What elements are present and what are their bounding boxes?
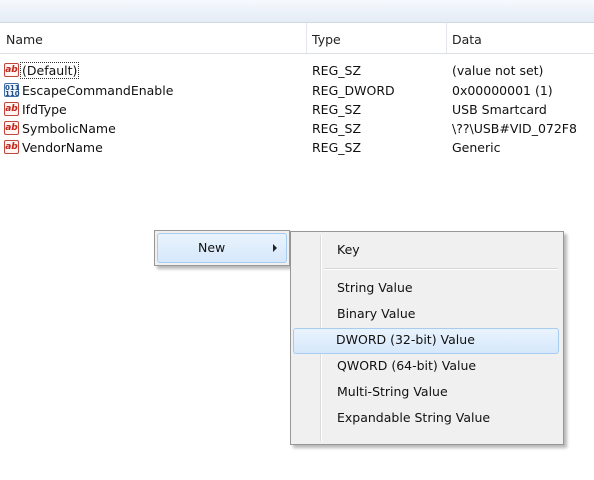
- submenu-item-key-label: Key: [337, 242, 360, 257]
- submenu-item-dword-value[interactable]: DWORD (32-bit) Value: [293, 328, 559, 354]
- menu-separator: [324, 269, 558, 270]
- string-value-icon: ab: [4, 140, 19, 154]
- window-top-strip: [0, 0, 594, 23]
- value-type: REG_DWORD: [312, 83, 395, 98]
- value-data: Generic: [452, 140, 501, 155]
- submenu-item-multi-string-value-label: Multi-String Value: [337, 384, 448, 399]
- value-data: 0x00000001 (1): [452, 83, 553, 98]
- submenu-item-expandable-string-value[interactable]: Expandable String Value: [293, 406, 559, 430]
- column-header-data[interactable]: Data: [452, 32, 482, 47]
- submenu-item-binary-value[interactable]: Binary Value: [293, 302, 559, 326]
- value-data: USB Smartcard: [452, 102, 547, 117]
- menu-item-new[interactable]: New: [157, 233, 287, 263]
- column-header-name[interactable]: Name: [6, 32, 43, 47]
- submenu-item-string-value[interactable]: String Value: [293, 276, 559, 300]
- string-value-icon: ab: [4, 63, 19, 77]
- value-data: \??\USB#VID_072F8: [452, 121, 577, 136]
- value-row[interactable]: ab SymbolicName REG_SZ \??\USB#VID_072F8: [0, 120, 594, 139]
- value-type: REG_SZ: [312, 121, 362, 136]
- string-value-icon: ab: [4, 102, 19, 116]
- value-row[interactable]: ab (Default) REG_SZ (value not set): [0, 62, 594, 81]
- value-name: IfdType: [22, 102, 67, 117]
- submenu-item-multi-string-value[interactable]: Multi-String Value: [293, 380, 559, 404]
- submenu-item-qword-value-label: QWORD (64-bit) Value: [337, 358, 477, 373]
- value-row[interactable]: ab VendorName REG_SZ Generic: [0, 139, 594, 158]
- submenu-item-binary-value-label: Binary Value: [337, 306, 416, 321]
- column-divider[interactable]: [306, 23, 307, 53]
- binary-value-icon: 011 110: [4, 83, 20, 98]
- value-type: REG_SZ: [312, 102, 362, 117]
- value-type: REG_SZ: [312, 140, 362, 155]
- value-row[interactable]: 011 110 EscapeCommandEnable REG_DWORD 0x0…: [0, 82, 594, 101]
- new-submenu: Key String Value Binary Value DWORD (32-…: [290, 231, 564, 445]
- value-type: REG_SZ: [312, 63, 362, 78]
- submenu-item-key[interactable]: Key: [293, 236, 559, 262]
- submenu-arrow-icon: [273, 244, 277, 252]
- value-name: VendorName: [22, 140, 103, 155]
- column-header-type[interactable]: Type: [312, 32, 341, 47]
- submenu-item-dword-value-label: DWORD (32-bit) Value: [336, 332, 475, 347]
- value-name: SymbolicName: [22, 121, 116, 136]
- value-row[interactable]: ab IfdType REG_SZ USB Smartcard: [0, 101, 594, 120]
- column-header: Name Type Data: [0, 23, 594, 53]
- string-value-icon: ab: [4, 121, 19, 135]
- column-divider[interactable]: [446, 23, 447, 53]
- context-menu: New: [154, 230, 290, 266]
- value-name: EscapeCommandEnable: [22, 83, 174, 98]
- value-name: (Default): [19, 62, 80, 79]
- submenu-item-expandable-string-value-label: Expandable String Value: [337, 410, 491, 425]
- value-data: (value not set): [452, 63, 544, 78]
- header-separator: [0, 53, 594, 54]
- submenu-item-qword-value[interactable]: QWORD (64-bit) Value: [293, 354, 559, 378]
- submenu-item-string-value-label: String Value: [337, 280, 413, 295]
- menu-item-new-label: New: [198, 240, 226, 255]
